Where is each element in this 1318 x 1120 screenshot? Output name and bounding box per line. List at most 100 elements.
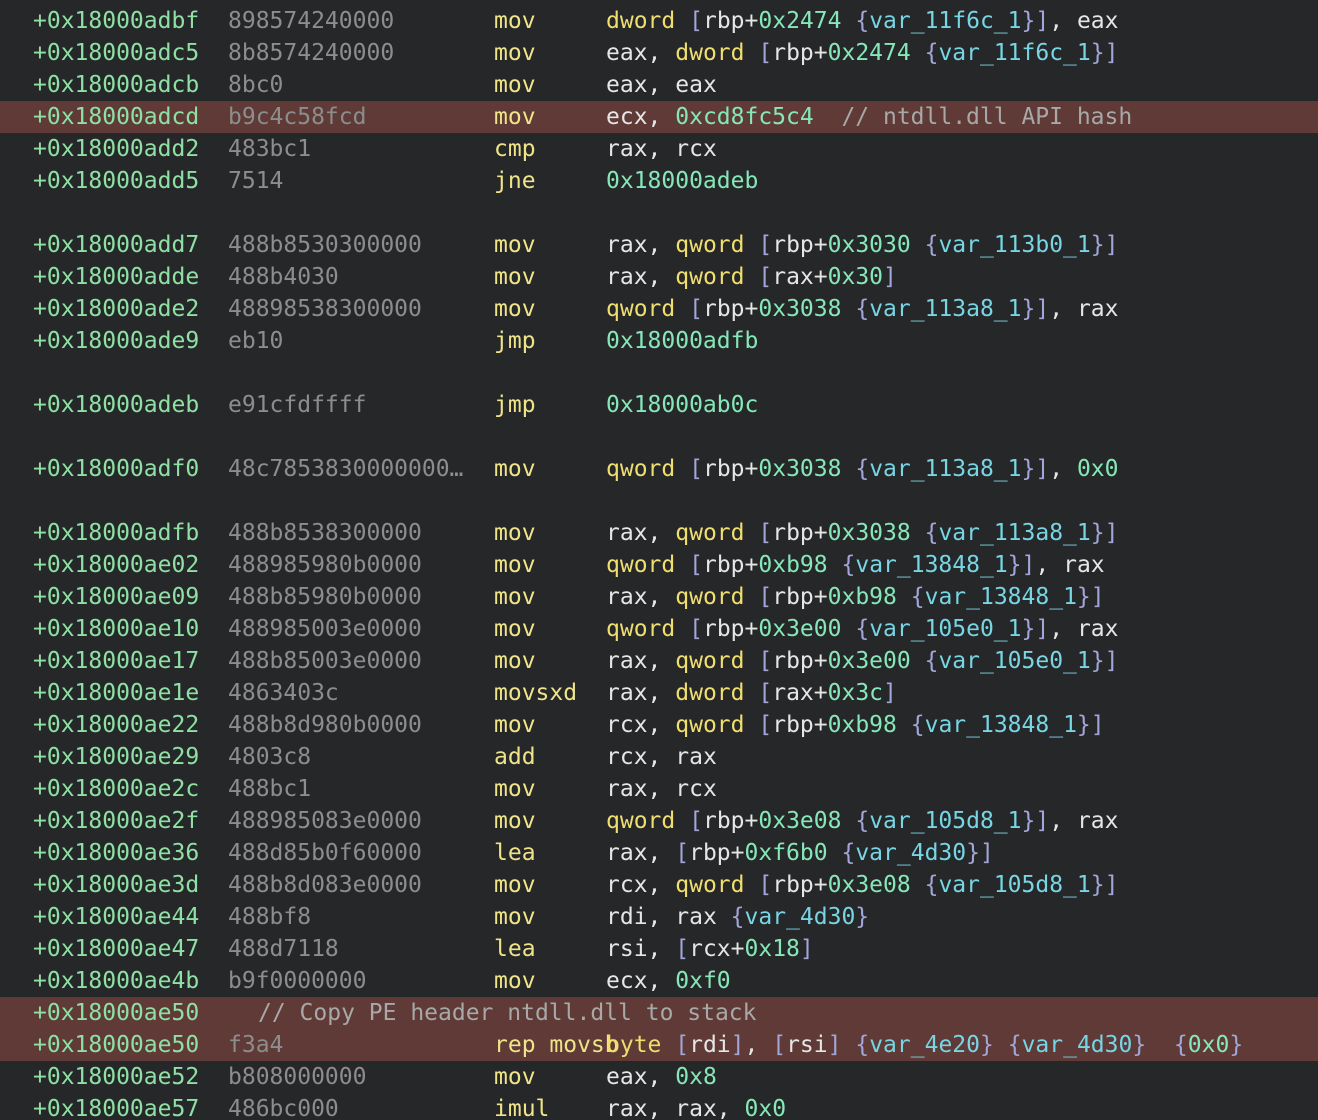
address[interactable]: +0x18000ae52 — [33, 1061, 199, 1093]
register[interactable]: rax — [606, 648, 648, 674]
mnemonic[interactable]: imul — [494, 1093, 549, 1120]
immediate[interactable]: 0x3e08 — [828, 872, 911, 898]
register[interactable]: rax — [675, 744, 717, 770]
address[interactable]: +0x18000ae1e — [33, 677, 199, 709]
address[interactable]: +0x18000adbf — [33, 5, 199, 37]
register[interactable]: rax — [675, 904, 717, 930]
variable[interactable]: var_4e20 — [869, 1032, 980, 1058]
instruction-line[interactable]: +0x18000add5 7514 jne 0x18000adeb — [0, 165, 1318, 197]
mnemonic[interactable]: mov — [494, 453, 536, 485]
address[interactable]: +0x18000adcd — [33, 101, 199, 133]
register[interactable]: rax — [606, 680, 648, 706]
register[interactable]: rcx — [675, 136, 717, 162]
address[interactable]: +0x18000adde — [33, 261, 199, 293]
mnemonic[interactable]: jne — [494, 165, 536, 197]
address[interactable]: +0x18000ae57 — [33, 1093, 199, 1120]
immediate[interactable]: 0x3038 — [758, 296, 841, 322]
mnemonic[interactable]: mov — [494, 965, 536, 997]
mnemonic[interactable]: mov — [494, 549, 536, 581]
register[interactable]: rax — [606, 136, 648, 162]
variable[interactable]: var_113a8_1 — [938, 520, 1090, 546]
instruction-line[interactable]: +0x18000adbf 898574240000 mov dword [rbp+0x… — [0, 5, 1318, 37]
immediate[interactable]: 0x18000adeb — [606, 168, 758, 194]
address[interactable]: +0x18000add7 — [33, 229, 199, 261]
instruction-line[interactable]: +0x18000ae36 488d85b0f60000 lea rax, [rbp+0… — [0, 837, 1318, 869]
immediate[interactable]: 0x18 — [745, 936, 800, 962]
mnemonic[interactable]: movsxd — [494, 677, 577, 709]
instruction-line[interactable]: +0x18000ae29 4803c8 add rcx, rax — [0, 741, 1318, 773]
register[interactable]: rsi — [786, 1032, 828, 1058]
mnemonic[interactable]: mov — [494, 37, 536, 69]
immediate[interactable]: 0x30 — [828, 264, 883, 290]
instruction-line[interactable]: +0x18000ae57 486bc000 imul rax, rax, 0x0 — [0, 1093, 1318, 1120]
register[interactable]: rax — [606, 1096, 648, 1120]
address[interactable]: +0x18000ae22 — [33, 709, 199, 741]
address[interactable]: +0x18000ae4b — [33, 965, 199, 997]
instruction-line[interactable]: +0x18000ae47 488d7118 lea rsi, [rcx+0x18] — [0, 933, 1318, 965]
mnemonic[interactable]: mov — [494, 517, 536, 549]
mnemonic[interactable]: add — [494, 741, 536, 773]
instruction-line[interactable]: +0x18000add7 488b8530300000 mov rax, qword … — [0, 229, 1318, 261]
mnemonic[interactable]: mov — [494, 773, 536, 805]
mnemonic[interactable]: jmp — [494, 389, 536, 421]
instruction-line[interactable]: +0x18000adde 488b4030 mov rax, qword [rax+0… — [0, 261, 1318, 293]
instruction-line[interactable]: +0x18000ade2 48898538300000 mov qword [rbp+… — [0, 293, 1318, 325]
register[interactable]: eax — [606, 72, 648, 98]
address[interactable]: +0x18000ae29 — [33, 741, 199, 773]
instruction-line[interactable]: +0x18000ae2f 488985083e0000 mov qword [rbp+… — [0, 805, 1318, 837]
variable[interactable]: var_113a8_1 — [869, 296, 1021, 322]
variable[interactable]: var_105e0_1 — [869, 616, 1021, 642]
register[interactable]: rbp — [703, 456, 745, 482]
register[interactable]: rbp — [772, 520, 814, 546]
immediate[interactable]: 0xb98 — [828, 712, 897, 738]
immediate[interactable]: 0xf6b0 — [745, 840, 828, 866]
comment-line[interactable]: +0x18000ae50 // Copy PE header ntdll.dll … — [0, 997, 1318, 1029]
immediate[interactable]: 0x0 — [745, 1096, 787, 1120]
immediate[interactable]: 0x8 — [675, 1064, 717, 1090]
instruction-line[interactable]: +0x18000adf0 48c7853830000000… mov qword [r… — [0, 453, 1318, 485]
instruction-line[interactable]: +0x18000ae17 488b85003e0000 mov rax, qword … — [0, 645, 1318, 677]
register[interactable]: rbp — [703, 552, 745, 578]
register[interactable]: rcx — [689, 936, 731, 962]
immediate[interactable]: 0x3c — [828, 680, 883, 706]
immediate[interactable]: 0x3038 — [758, 456, 841, 482]
variable[interactable]: var_105d8_1 — [938, 872, 1090, 898]
register[interactable]: rax — [606, 584, 648, 610]
address[interactable]: +0x18000adcb — [33, 69, 199, 101]
instruction-line[interactable]: +0x18000adcd b9c4c58fcd mov ecx, 0xcd8fc5c4… — [0, 101, 1318, 133]
mnemonic[interactable]: lea — [494, 933, 536, 965]
immediate[interactable]: 0x3e08 — [758, 808, 841, 834]
variable[interactable]: var_4d30 — [1022, 1032, 1133, 1058]
immediate[interactable]: 0xb98 — [758, 552, 827, 578]
register[interactable]: rax — [606, 776, 648, 802]
instruction-line[interactable]: +0x18000adc5 8b8574240000 mov eax, dword [r… — [0, 37, 1318, 69]
register[interactable]: eax — [675, 72, 717, 98]
register[interactable]: rax — [1077, 808, 1119, 834]
register[interactable]: eax — [606, 1064, 648, 1090]
mnemonic[interactable]: mov — [494, 581, 536, 613]
immediate[interactable]: 0xcd8fc5c4 — [675, 104, 813, 130]
mnemonic[interactable]: mov — [494, 293, 536, 325]
address[interactable]: +0x18000ae17 — [33, 645, 199, 677]
address[interactable]: +0x18000ae2c — [33, 773, 199, 805]
variable[interactable]: var_11f6c_1 — [869, 8, 1021, 34]
address[interactable]: +0x18000ae50 — [33, 997, 199, 1029]
register[interactable]: rdi — [606, 904, 648, 930]
address[interactable]: +0x18000add2 — [33, 133, 199, 165]
instruction-line[interactable]: +0x18000ae52 b808000000 mov eax, 0x8 — [0, 1061, 1318, 1093]
mnemonic[interactable]: mov — [494, 805, 536, 837]
address[interactable]: +0x18000ade2 — [33, 293, 199, 325]
register[interactable]: rbp — [703, 8, 745, 34]
register[interactable]: rbp — [703, 616, 745, 642]
register[interactable]: rax — [1077, 616, 1119, 642]
instruction-line[interactable]: +0x18000ae22 488b8d980b0000 mov rcx, qword … — [0, 709, 1318, 741]
register[interactable]: rcx — [675, 776, 717, 802]
immediate[interactable]: 0x2474 — [828, 40, 911, 66]
address[interactable]: +0x18000ae09 — [33, 581, 199, 613]
register[interactable]: rax — [772, 264, 814, 290]
register[interactable]: rax — [606, 520, 648, 546]
immediate[interactable]: 0x0 — [1188, 1032, 1230, 1058]
variable[interactable]: var_13848_1 — [925, 584, 1077, 610]
immediate[interactable]: 0x3030 — [828, 232, 911, 258]
instruction-line[interactable]: +0x18000ae3d 488b8d083e0000 mov rcx, qword … — [0, 869, 1318, 901]
